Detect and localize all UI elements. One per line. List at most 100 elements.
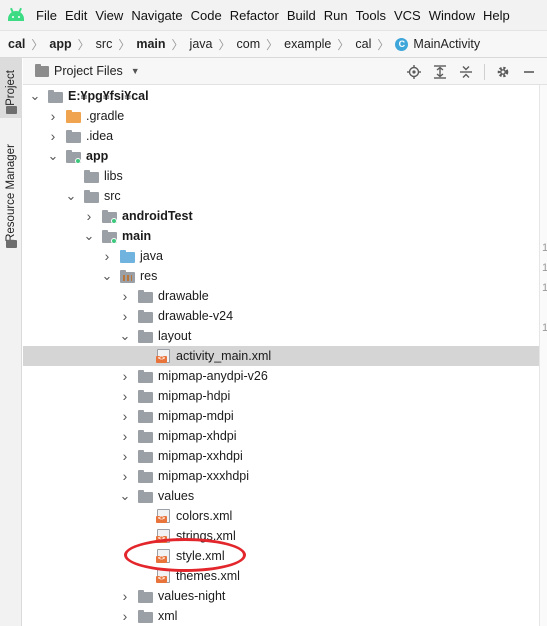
kotlin-class-icon: C bbox=[395, 37, 409, 51]
menu-window[interactable]: Window bbox=[425, 8, 479, 23]
tree-folder-row[interactable]: › .gradle bbox=[23, 106, 539, 126]
menu-code[interactable]: Code bbox=[187, 8, 226, 23]
chevron-right-icon[interactable]: › bbox=[119, 288, 131, 304]
menu-vcs[interactable]: VCS bbox=[390, 8, 425, 23]
tree-folder-row[interactable]: ›libs bbox=[23, 166, 539, 186]
tree-folder-row[interactable]: › androidTest bbox=[23, 206, 539, 226]
tree-folder-row[interactable]: › java bbox=[23, 246, 539, 266]
collapse-all-icon[interactable] bbox=[458, 64, 474, 80]
menu-edit[interactable]: Edit bbox=[61, 8, 91, 23]
menu-view[interactable]: View bbox=[91, 8, 127, 23]
tree-item-label: res bbox=[140, 269, 158, 283]
tree-folder-row[interactable]: › drawable-v24 bbox=[23, 306, 539, 326]
chevron-right-icon[interactable]: › bbox=[119, 428, 131, 444]
chevron-right-icon[interactable]: › bbox=[119, 308, 131, 324]
tree-folder-row[interactable]: › values-night bbox=[23, 586, 539, 606]
tree-file-row[interactable]: ›<>colors.xml bbox=[23, 506, 539, 526]
menu-build[interactable]: Build bbox=[283, 8, 320, 23]
project-tree[interactable]: ⌄ E:¥pg¥fsi¥cal ›.gradle›.idea ⌄ app ›libs⌄sr… bbox=[23, 85, 539, 626]
folder-icon bbox=[137, 289, 154, 303]
menu-help[interactable]: Help bbox=[479, 8, 514, 23]
folder-icon bbox=[137, 449, 154, 463]
tree-item-label: main bbox=[122, 229, 152, 243]
breadcrumb-item[interactable]: src bbox=[96, 37, 113, 51]
breadcrumb: cal 〉 app 〉 src 〉 main 〉 java 〉 com 〉 ex… bbox=[0, 30, 547, 58]
menu-run[interactable]: Run bbox=[320, 8, 352, 23]
project-view-selector[interactable]: Project Files bbox=[54, 64, 123, 78]
tree-item-label: app bbox=[86, 149, 109, 163]
gear-icon[interactable] bbox=[495, 64, 511, 80]
resource-manager-tab-label: Resource Manager bbox=[5, 144, 17, 242]
tree-item-label: mipmap-xxhdpi bbox=[158, 449, 243, 463]
line-number: 1 bbox=[542, 282, 547, 294]
tree-item-label: drawable bbox=[158, 289, 209, 303]
folder-icon bbox=[137, 309, 154, 323]
tree-file-row[interactable]: ›<>style.xml bbox=[23, 546, 539, 566]
tree-folder-row[interactable]: › xml bbox=[23, 606, 539, 626]
chevron-right-icon[interactable]: › bbox=[119, 408, 131, 424]
tree-folder-row[interactable]: › mipmap-xxxhdpi bbox=[23, 466, 539, 486]
project-tab-label: Project bbox=[5, 70, 18, 106]
tree-folder-row[interactable]: › mipmap-anydpi-v26 bbox=[23, 366, 539, 386]
breadcrumb-item[interactable]: example bbox=[284, 37, 331, 51]
xml-file-icon: <> bbox=[155, 529, 172, 543]
chevron-right-icon[interactable]: › bbox=[119, 468, 131, 484]
breadcrumb-item[interactable]: java bbox=[190, 37, 213, 51]
breadcrumb-item[interactable]: cal bbox=[8, 37, 25, 51]
tree-folder-row[interactable]: ⌄ src bbox=[23, 186, 539, 206]
chevron-right-icon[interactable]: › bbox=[119, 388, 131, 404]
breadcrumb-item[interactable]: main bbox=[136, 37, 165, 51]
tree-folder-row[interactable]: › mipmap-hdpi bbox=[23, 386, 539, 406]
breadcrumb-item[interactable]: com bbox=[237, 37, 261, 51]
tree-folder-row[interactable]: › mipmap-mdpi bbox=[23, 406, 539, 426]
tree-folder-row[interactable]: ⌄ app bbox=[23, 146, 539, 166]
tree-folder-row[interactable]: ⌄ values bbox=[23, 486, 539, 506]
tree-folder-row[interactable]: ⌄ main bbox=[23, 226, 539, 246]
breadcrumb-current[interactable]: MainActivity bbox=[413, 37, 480, 51]
chevron-down-icon[interactable]: ⌄ bbox=[119, 489, 131, 502]
tree-folder-row[interactable]: › drawable bbox=[23, 286, 539, 306]
tree-folder-row[interactable]: › mipmap-xhdpi bbox=[23, 426, 539, 446]
tree-folder-row[interactable]: › .idea bbox=[23, 126, 539, 146]
resource-icon bbox=[6, 240, 17, 248]
chevron-down-icon[interactable]: ⌄ bbox=[47, 149, 59, 162]
chevron-right-icon[interactable]: › bbox=[119, 448, 131, 464]
tree-item-label: mipmap-xxxhdpi bbox=[158, 469, 250, 483]
chevron-right-icon[interactable]: › bbox=[119, 368, 131, 384]
tree-file-row[interactable]: ›<>activity_main.xml bbox=[23, 346, 539, 366]
chevron-right-icon[interactable]: › bbox=[119, 588, 131, 604]
tree-folder-row[interactable]: ⌄ res bbox=[23, 266, 539, 286]
minimize-icon[interactable] bbox=[521, 64, 537, 80]
tree-folder-row[interactable]: ⌄ layout bbox=[23, 326, 539, 346]
tree-file-row[interactable]: ›<>themes.xml bbox=[23, 566, 539, 586]
chevron-down-icon[interactable]: ⌄ bbox=[65, 189, 77, 202]
chevron-down-icon[interactable]: ⌄ bbox=[83, 229, 95, 242]
expand-all-icon[interactable] bbox=[432, 64, 448, 80]
menu-file[interactable]: File bbox=[32, 8, 61, 23]
chevron-right-icon[interactable]: › bbox=[83, 208, 95, 224]
tree-folder-row[interactable]: ⌄ E:¥pg¥fsi¥cal bbox=[23, 86, 539, 106]
tree-folder-row[interactable]: › mipmap-xxhdpi bbox=[23, 446, 539, 466]
breadcrumb-item[interactable]: app bbox=[49, 37, 71, 51]
menu-tools[interactable]: Tools bbox=[352, 8, 390, 23]
chevron-right-icon[interactable]: › bbox=[47, 108, 59, 124]
dropdown-arrow-icon[interactable]: ▼ bbox=[131, 66, 140, 76]
excluded-folder-icon bbox=[65, 109, 82, 123]
chevron-right-icon[interactable]: › bbox=[47, 128, 59, 144]
chevron-down-icon[interactable]: ⌄ bbox=[101, 269, 113, 282]
chevron-down-icon[interactable]: ⌄ bbox=[29, 89, 41, 102]
resource-manager-tool-tab[interactable]: Resource Manager bbox=[0, 133, 22, 253]
chevron-right-icon[interactable]: › bbox=[101, 248, 113, 264]
tree-file-row[interactable]: ›<>strings.xml bbox=[23, 526, 539, 546]
chevron-down-icon[interactable]: ⌄ bbox=[119, 329, 131, 342]
menu-refactor[interactable]: Refactor bbox=[226, 8, 283, 23]
locate-icon[interactable] bbox=[406, 64, 422, 80]
tree-item-label: E:¥pg¥fsi¥cal bbox=[68, 89, 149, 103]
menu-navigate[interactable]: Navigate bbox=[127, 8, 186, 23]
chevron-right-icon: 〉 bbox=[377, 37, 390, 52]
module-folder-icon bbox=[65, 149, 82, 164]
breadcrumb-item[interactable]: cal bbox=[355, 37, 371, 51]
folder-icon bbox=[137, 489, 154, 503]
tree-item-label: activity_main.xml bbox=[176, 349, 272, 363]
chevron-right-icon[interactable]: › bbox=[119, 608, 131, 624]
